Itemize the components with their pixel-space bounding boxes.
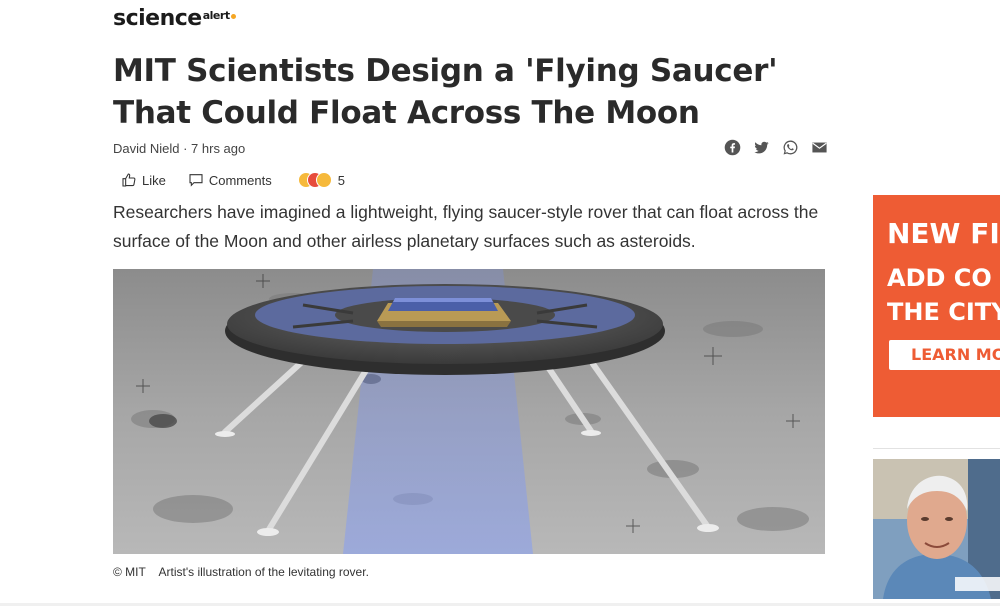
sidebar-divider — [873, 448, 1000, 449]
ad-subline-2: THE CITY — [887, 298, 1000, 326]
ad-subline: ADD CO THE CITY — [887, 261, 1000, 329]
ad-subline-1: ADD CO — [887, 264, 992, 292]
comments-button[interactable]: Comments — [188, 172, 272, 188]
byline-separator: · — [179, 141, 192, 156]
author-name[interactable]: David Nield — [113, 141, 179, 156]
site-logo[interactable]: sciencealert — [113, 6, 236, 31]
comments-label: Comments — [208, 172, 272, 188]
man-portrait-image — [873, 459, 1000, 599]
logo-text: science — [113, 6, 202, 31]
video-thumbnail[interactable] — [873, 459, 1000, 599]
twitter-icon[interactable] — [753, 139, 770, 156]
reaction-count: 5 — [337, 172, 345, 188]
whatsapp-icon[interactable] — [782, 139, 799, 156]
ad-learn-more-button[interactable]: LEARN MO — [889, 340, 1000, 370]
like-label: Like — [142, 172, 166, 188]
logo-dot — [230, 14, 236, 19]
reaction-emojis — [297, 172, 332, 188]
share-bar — [724, 139, 828, 156]
logo-sup-text: alert — [202, 9, 230, 22]
article-summary: Researchers have imagined a lightweight,… — [113, 202, 819, 251]
like-button[interactable]: Like — [121, 172, 166, 188]
byline: David Nield · 7 hrs ago — [113, 141, 245, 156]
article-title: MIT Scientists Design a 'Flying Saucer' … — [113, 53, 778, 131]
caption-credit: © MIT — [113, 565, 146, 579]
ad-headline: NEW FI — [887, 217, 1000, 250]
hero-image[interactable] — [113, 269, 825, 554]
engagement-bar: Like Comments 5 — [121, 172, 345, 188]
email-icon[interactable] — [811, 139, 828, 156]
reactions[interactable]: 5 — [297, 172, 345, 188]
publish-time: 7 hrs ago — [191, 141, 246, 156]
wow-emoji-icon — [315, 172, 332, 188]
facebook-icon[interactable] — [724, 139, 741, 156]
thumbs-up-icon — [122, 173, 136, 187]
caption-text: Artist's illustration of the levitating … — [158, 565, 369, 579]
levitating-rover-illustration — [113, 269, 825, 554]
comment-icon — [189, 174, 203, 187]
image-caption: © MIT Artist's illustration of the levit… — [113, 565, 369, 579]
advertisement-banner[interactable]: NEW FI ADD CO THE CITY LEARN MO — [873, 195, 1000, 417]
